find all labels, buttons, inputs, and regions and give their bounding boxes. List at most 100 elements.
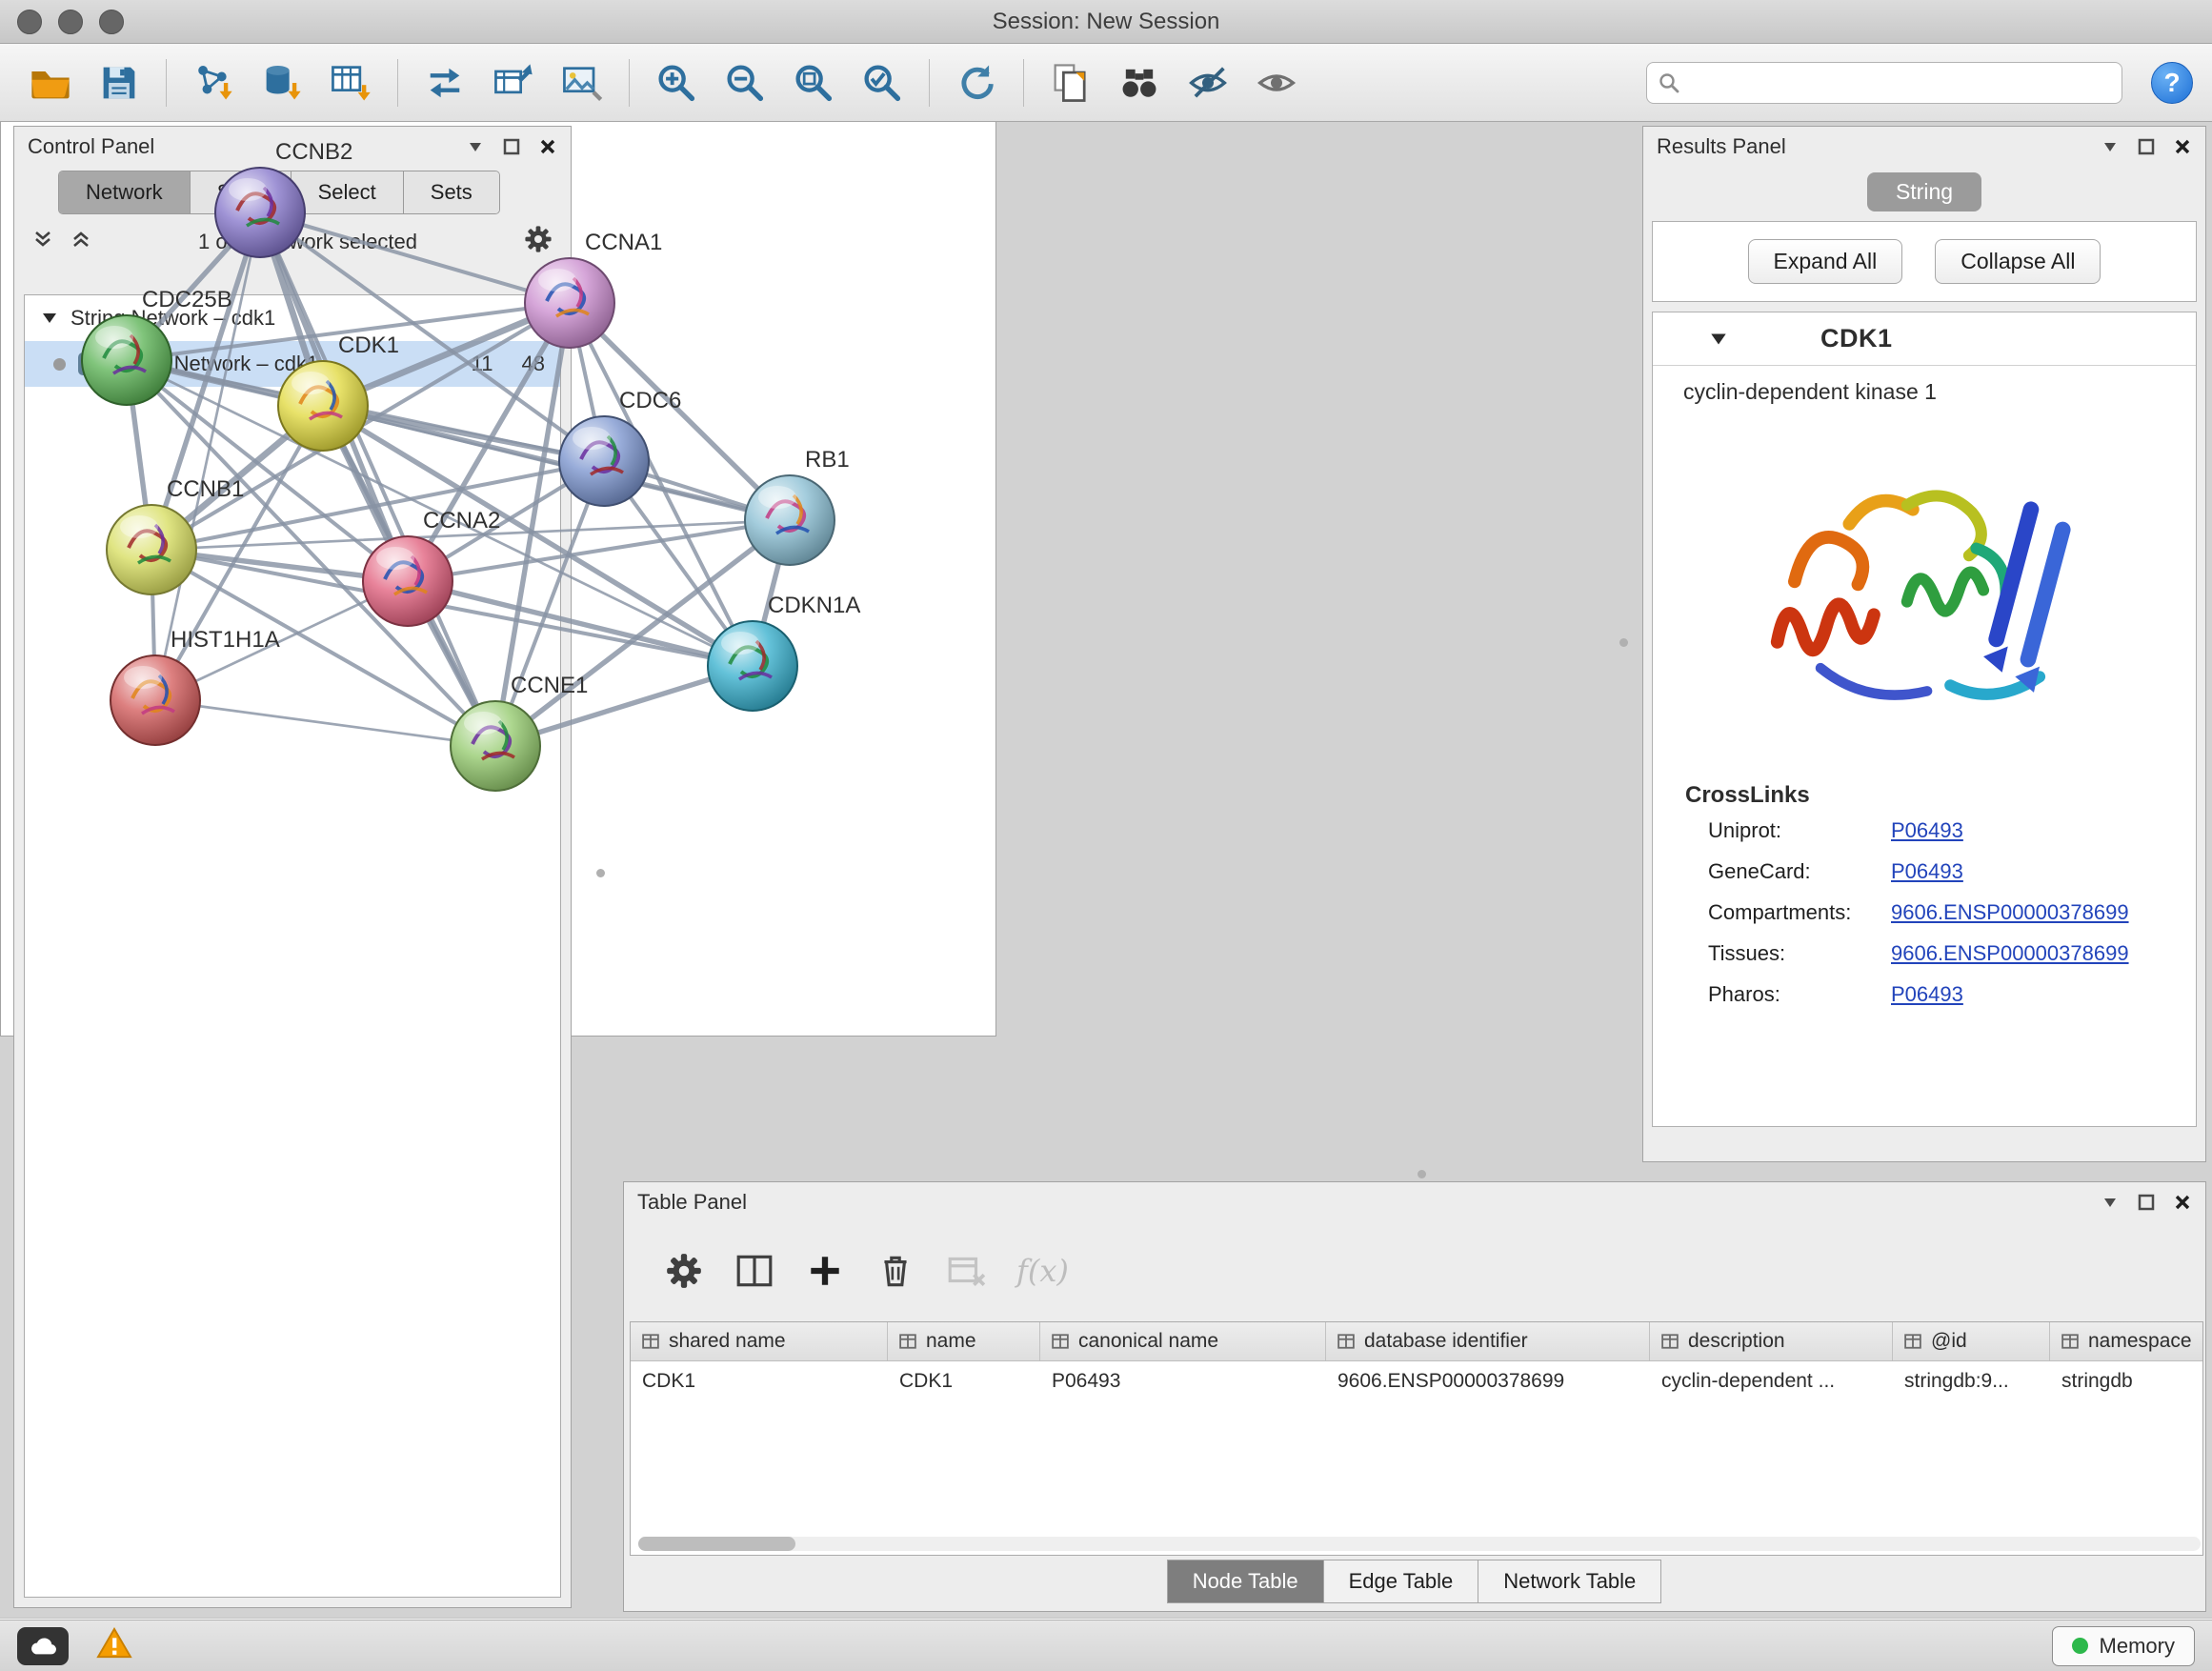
table-cell: P06493: [1040, 1361, 1326, 1401]
table-body: CDK1CDK1P064939606.ENSP00000378699cyclin…: [631, 1361, 2202, 1401]
delete-column-icon[interactable]: [875, 1251, 915, 1291]
column-header-namespace[interactable]: namespace: [2050, 1322, 2203, 1360]
network-node-RB1[interactable]: [745, 475, 835, 565]
node-label-HIST1H1A: HIST1H1A: [171, 627, 280, 653]
tab-network-table[interactable]: Network Table: [1478, 1560, 1661, 1603]
application-window: Session: New Session: [0, 0, 2212, 1671]
column-header-description[interactable]: description: [1650, 1322, 1893, 1360]
edge-CCNB2-CCNE1[interactable]: [260, 212, 495, 746]
memory-button[interactable]: Memory: [2052, 1626, 2195, 1666]
edge-HIST1H1A-CCNE1[interactable]: [155, 700, 495, 746]
panel-menu-icon[interactable]: [2101, 137, 2120, 156]
results-panel-title: Results Panel: [1657, 134, 1786, 159]
network-node-CCNA2[interactable]: [363, 536, 452, 626]
crosslink-row: Compartments:9606.ENSP00000378699: [1708, 900, 2196, 925]
function-builder-icon-disabled: f(x): [1016, 1253, 1069, 1289]
gene-symbol: CDK1: [1820, 324, 1893, 353]
network-view-panel: CCNB2CCNA1CDC25BCDK1CDC6RB1CCNB1CCNA2CDK…: [0, 0, 996, 1037]
results-actions-card: Expand All Collapse All: [1652, 221, 2197, 302]
node-label-CCNA1: CCNA1: [585, 230, 662, 255]
gene-entry-header[interactable]: CDK1: [1653, 312, 2196, 366]
table-header-row: shared namenamecanonical namedatabase id…: [631, 1322, 2202, 1361]
column-type-icon: [1337, 1333, 1355, 1350]
tab-string[interactable]: String: [1867, 172, 1981, 211]
table-cell: cyclin-dependent ...: [1650, 1361, 1893, 1401]
table-cell: stringdb: [2050, 1361, 2203, 1401]
network-node-CDK1[interactable]: [278, 361, 368, 451]
crosslink-row: Pharos:P06493: [1708, 982, 2196, 1007]
column-type-icon: [1052, 1333, 1069, 1350]
crosslink-pharos-link[interactable]: P06493: [1891, 982, 1963, 1007]
scrollbar-thumb[interactable]: [638, 1537, 795, 1551]
column-header-@id[interactable]: @id: [1893, 1322, 2050, 1360]
edge-CCNB2-CCNA1[interactable]: [260, 212, 570, 303]
network-node-CCNA1[interactable]: [525, 258, 614, 348]
float-panel-icon[interactable]: [2137, 137, 2156, 156]
tab-edge-table[interactable]: Edge Table: [1323, 1560, 1479, 1603]
horizontal-splitter-handle[interactable]: [1418, 1170, 1426, 1178]
show-graphics-details-button[interactable]: [1245, 51, 1308, 114]
column-header-canonical-name[interactable]: canonical name: [1040, 1322, 1326, 1360]
status-bar: Memory: [0, 1620, 2212, 1671]
table-settings-gear-icon[interactable]: [664, 1251, 704, 1291]
float-panel-icon[interactable]: [2137, 1193, 2156, 1212]
network-node-CDKN1A[interactable]: [708, 621, 797, 711]
collapse-all-button[interactable]: Collapse All: [1935, 239, 2101, 284]
tab-node-table[interactable]: Node Table: [1167, 1560, 1324, 1603]
crosslink-row: GeneCard:P06493: [1708, 859, 2196, 884]
binoculars-icon: [1116, 60, 1162, 106]
delete-table-icon-disabled: [946, 1251, 986, 1291]
column-type-icon: [1904, 1333, 1921, 1350]
copy-button[interactable]: [1039, 51, 1102, 114]
hide-unselected-button[interactable]: [1176, 51, 1239, 114]
crosslink-compartments-link[interactable]: 9606.ENSP00000378699: [1891, 900, 2129, 925]
toolbar-separator: [1023, 59, 1024, 107]
help-button[interactable]: ?: [2151, 62, 2193, 104]
network-node-CCNB1[interactable]: [107, 505, 196, 594]
column-header-database-identifier[interactable]: database identifier: [1326, 1322, 1650, 1360]
memory-label: Memory: [2100, 1634, 2175, 1659]
network-node-CDC25B[interactable]: [82, 315, 171, 405]
protein-structure-image: [1653, 426, 2196, 757]
search-input[interactable]: [1646, 62, 2122, 104]
close-panel-icon[interactable]: [2173, 1193, 2192, 1212]
expand-all-button[interactable]: Expand All: [1748, 239, 1903, 284]
search-icon: [1658, 71, 1680, 94]
table-cell: 9606.ENSP00000378699: [1326, 1361, 1650, 1401]
network-canvas[interactable]: CCNB2CCNA1CDC25BCDK1CDC6RB1CCNB1CCNA2CDK…: [0, 0, 995, 981]
add-column-icon[interactable]: [805, 1251, 845, 1291]
panel-menu-icon[interactable]: [2101, 1193, 2120, 1212]
network-node-CDC6[interactable]: [559, 416, 649, 506]
results-panel: Results Panel String Expand All Collapse…: [1642, 126, 2206, 1162]
warnings-button[interactable]: [95, 1626, 133, 1665]
cloud-services-button[interactable]: [17, 1627, 69, 1665]
table-toolbar: f(x): [624, 1222, 2205, 1306]
panel-splitter-handle[interactable]: [1619, 638, 1628, 647]
show-columns-icon[interactable]: [734, 1251, 774, 1291]
table-panel-title: Table Panel: [637, 1190, 747, 1215]
table-tabs: Node TableEdge TableNetwork Table: [624, 1560, 2205, 1603]
table-panel: Table Panel: [623, 1181, 2206, 1612]
network-node-CCNE1[interactable]: [451, 701, 540, 791]
crosslink-tissues-link[interactable]: 9606.ENSP00000378699: [1891, 941, 2129, 966]
network-node-HIST1H1A[interactable]: [111, 655, 200, 745]
crosslink-uniprot-link[interactable]: P06493: [1891, 818, 1963, 843]
crosslink-genecard-link[interactable]: P06493: [1891, 859, 1963, 884]
column-type-icon: [642, 1333, 659, 1350]
horizontal-scrollbar[interactable]: [638, 1537, 2201, 1551]
table-cell: CDK1: [888, 1361, 1040, 1401]
close-panel-icon[interactable]: [2173, 137, 2192, 156]
network-node-CCNB2[interactable]: [215, 168, 305, 257]
find-button[interactable]: [1108, 51, 1171, 114]
gene-entry-card: CDK1 cyclin-dependent kinase 1: [1652, 312, 2197, 1127]
column-type-icon: [1661, 1333, 1679, 1350]
vertical-splitter-handle[interactable]: [596, 869, 605, 877]
table-row[interactable]: CDK1CDK1P064939606.ENSP00000378699cyclin…: [631, 1361, 2202, 1401]
node-label-CCNE1: CCNE1: [511, 673, 588, 698]
table-panel-header: Table Panel: [624, 1182, 2205, 1222]
column-header-name[interactable]: name: [888, 1322, 1040, 1360]
column-header-shared-name[interactable]: shared name: [631, 1322, 888, 1360]
node-label-CCNB2: CCNB2: [275, 139, 352, 165]
table-cell: CDK1: [631, 1361, 888, 1401]
eye-icon: [1254, 60, 1299, 106]
